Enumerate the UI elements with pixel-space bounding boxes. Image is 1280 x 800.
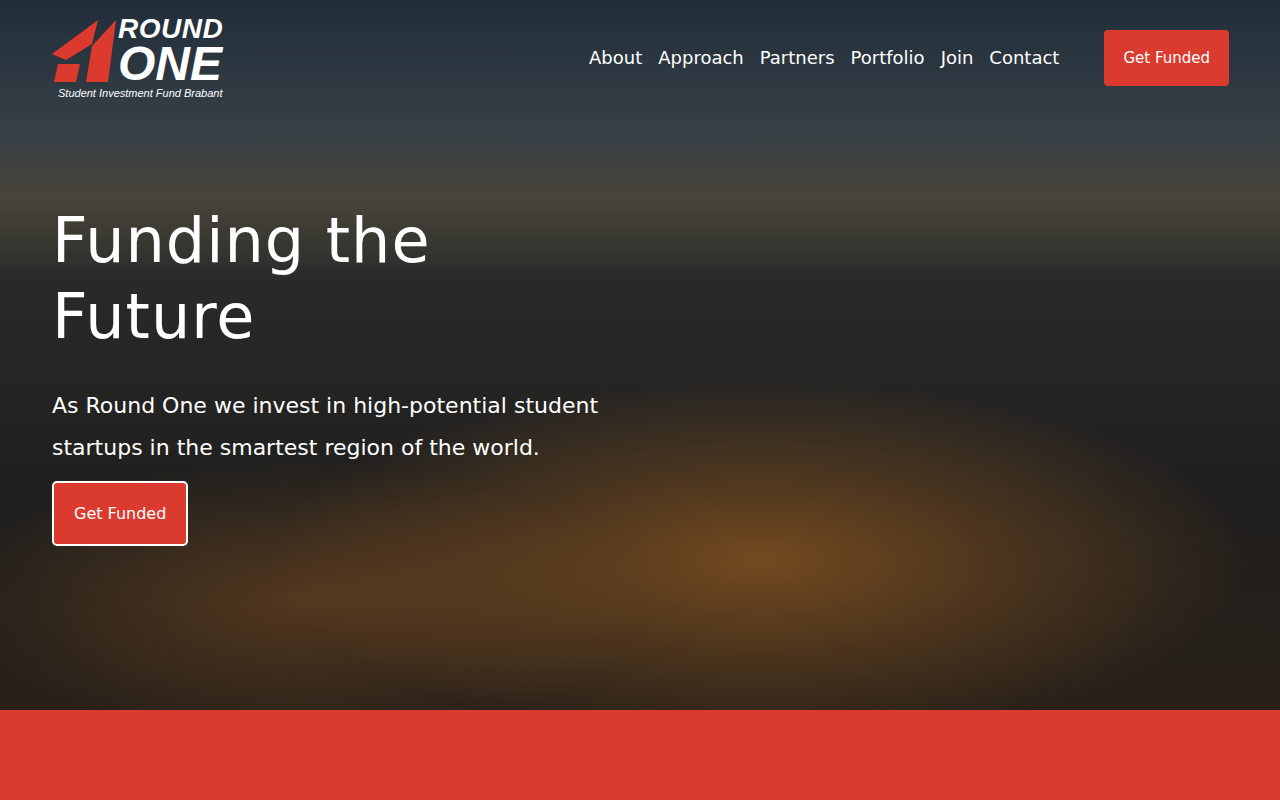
get-funded-button[interactable]: Get Funded — [1104, 30, 1229, 86]
nav-link[interactable]: Approach — [658, 47, 744, 68]
nav-link[interactable]: Partners — [760, 47, 835, 68]
red-section — [0, 710, 1280, 800]
logo-line1: ROUND — [118, 16, 223, 41]
nav-link[interactable]: Portfolio — [851, 47, 925, 68]
nav-link[interactable]: Contact — [989, 47, 1059, 68]
arrow-logo-icon — [52, 16, 116, 82]
hero-title: Funding the Future — [52, 203, 492, 355]
nav-link[interactable]: Join — [941, 47, 974, 68]
nav-link[interactable]: About — [589, 47, 642, 68]
hero-get-funded-button[interactable]: Get Funded — [52, 481, 188, 546]
hero-section: ROUNDONE Student Investment Fund Brabant A… — [0, 0, 1280, 710]
hero-body: Funding the Future As Round One we invest… — [0, 105, 1280, 546]
hero-content: ROUNDONE Student Investment Fund Brabant A… — [0, 0, 1280, 710]
logo-line2: ONE — [118, 42, 223, 85]
site-header: ROUNDONE Student Investment Fund Brabant A… — [0, 0, 1280, 105]
main-nav: About Approach Partners Portfolio Join Contac… — [589, 47, 1059, 68]
logo-mark: ROUNDONE — [52, 16, 223, 84]
logo[interactable]: ROUNDONE Student Investment Fund Brabant — [52, 16, 223, 98]
hero-text: As Round One we invest in high-potential… — [52, 385, 612, 469]
logo-tagline: Student Investment Fund Brabant — [58, 87, 223, 99]
logo-words: ROUNDONE — [118, 16, 223, 84]
